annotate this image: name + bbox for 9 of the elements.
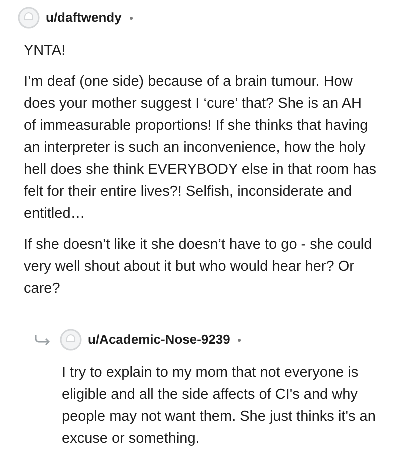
comment-paragraph: If she doesn’t like it she doesn’t have to go - she could very well shout about it but who would hear her? Or care? [24,236,374,299]
username[interactable]: u/daftwendy [46,8,122,28]
comment-paragraph: I try to explain to my mom that not everyone is eligible and all the side affects of CI's and why people may not want them. She just thinks it's an excuse or something. [62,364,377,449]
comment-paragraph: I’m deaf (one side) because of a brain tumour. How does your mother suggest I ‘cure’ that? She is an AH of immeasurable proportions! If she thinks that having an interpreter is such an inconvenience, how the holy hell does she think EVERYBODY else in that room has felt for their entire lives?! Selfish, inconsiderate and entitled… [24,73,378,224]
comment-paragraph: YNTA! [24,42,67,61]
reply-arrow-icon [34,334,52,346]
username[interactable]: u/Academic-Nose-9239 [88,330,230,350]
avatar-icon [18,7,40,29]
avatar-icon [60,329,82,351]
